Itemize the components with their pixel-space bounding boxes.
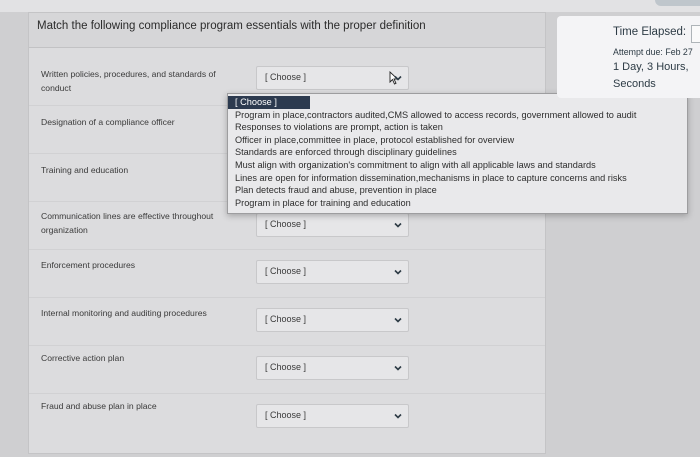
row-divider xyxy=(29,393,545,394)
time-elapsed-label: Time Elapsed: xyxy=(613,26,687,38)
option-officer-in-place[interactable]: Officer in place,committee in place, pro… xyxy=(235,134,514,147)
time-elapsed-unit: Seconds xyxy=(613,78,656,90)
select-value: [ Choose ] xyxy=(265,219,307,229)
row-divider xyxy=(29,249,545,250)
option-align-laws[interactable]: Must align with organization's commitmen… xyxy=(235,159,596,172)
chevron-down-icon xyxy=(394,269,402,275)
match-prompt: Written policies, procedures, and standa… xyxy=(41,69,216,93)
option-training-program[interactable]: Program in place for training and educat… xyxy=(235,197,411,210)
option-choose[interactable]: [ Choose ] xyxy=(228,96,310,109)
option-audit-program[interactable]: Program in place,contractors audited,CMS… xyxy=(235,109,636,122)
match-select[interactable]: [ Choose ] xyxy=(256,404,409,428)
select-value: [ Choose ] xyxy=(265,410,307,420)
select-value: [ Choose ] xyxy=(265,72,307,82)
match-prompt: Training and education xyxy=(41,165,129,175)
select-value: [ Choose ] xyxy=(265,266,307,276)
timer-toggle-box[interactable] xyxy=(691,25,700,43)
option-disciplinary-standards[interactable]: Standards are enforced through disciplin… xyxy=(235,146,457,159)
match-select[interactable]: [ Choose ] xyxy=(256,308,409,332)
chevron-down-icon xyxy=(394,413,402,419)
match-select[interactable]: [ Choose ] xyxy=(256,66,409,90)
browser-top-strip xyxy=(0,0,700,12)
time-elapsed-panel: Time Elapsed: Attempt due: Feb 27 1 Day,… xyxy=(557,16,700,98)
match-prompt: Enforcement procedures xyxy=(41,260,136,270)
chevron-down-icon xyxy=(394,317,402,323)
chevron-down-icon xyxy=(394,75,402,81)
match-prompt: Internal monitoring and auditing procedu… xyxy=(41,308,207,318)
option-lines-open[interactable]: Lines are open for information dissemina… xyxy=(235,172,627,185)
match-prompt: Designation of a compliance officer xyxy=(41,117,175,127)
row-divider xyxy=(29,297,545,298)
option-prompt-responses[interactable]: Responses to violations are prompt, acti… xyxy=(235,121,443,134)
match-select[interactable]: [ Choose ] xyxy=(256,356,409,380)
attempt-due-date: Attempt due: Feb 27 xyxy=(613,47,693,57)
top-right-partial-element xyxy=(655,0,700,6)
match-prompt: Communication lines are effective throug… xyxy=(41,211,214,235)
select-options-list[interactable]: [ Choose ] Program in place,contractors … xyxy=(227,93,688,214)
select-value: [ Choose ] xyxy=(265,362,307,372)
row-divider xyxy=(29,345,545,346)
select-value: [ Choose ] xyxy=(265,314,307,324)
chevron-down-icon xyxy=(394,365,402,371)
quiz-question: Match the following compliance program e… xyxy=(28,12,546,454)
match-prompt: Fraud and abuse plan in place xyxy=(41,401,157,411)
match-select[interactable]: [ Choose ] xyxy=(256,260,409,284)
time-elapsed-value: 1 Day, 3 Hours, xyxy=(613,61,689,73)
match-prompt: Corrective action plan xyxy=(41,353,125,363)
question-header: Match the following compliance program e… xyxy=(29,13,545,48)
question-title: Match the following compliance program e… xyxy=(37,20,426,32)
option-fraud-detection[interactable]: Plan detects fraud and abuse, prevention… xyxy=(235,184,437,197)
match-select[interactable]: [ Choose ] xyxy=(256,213,409,237)
chevron-down-icon xyxy=(394,222,402,228)
